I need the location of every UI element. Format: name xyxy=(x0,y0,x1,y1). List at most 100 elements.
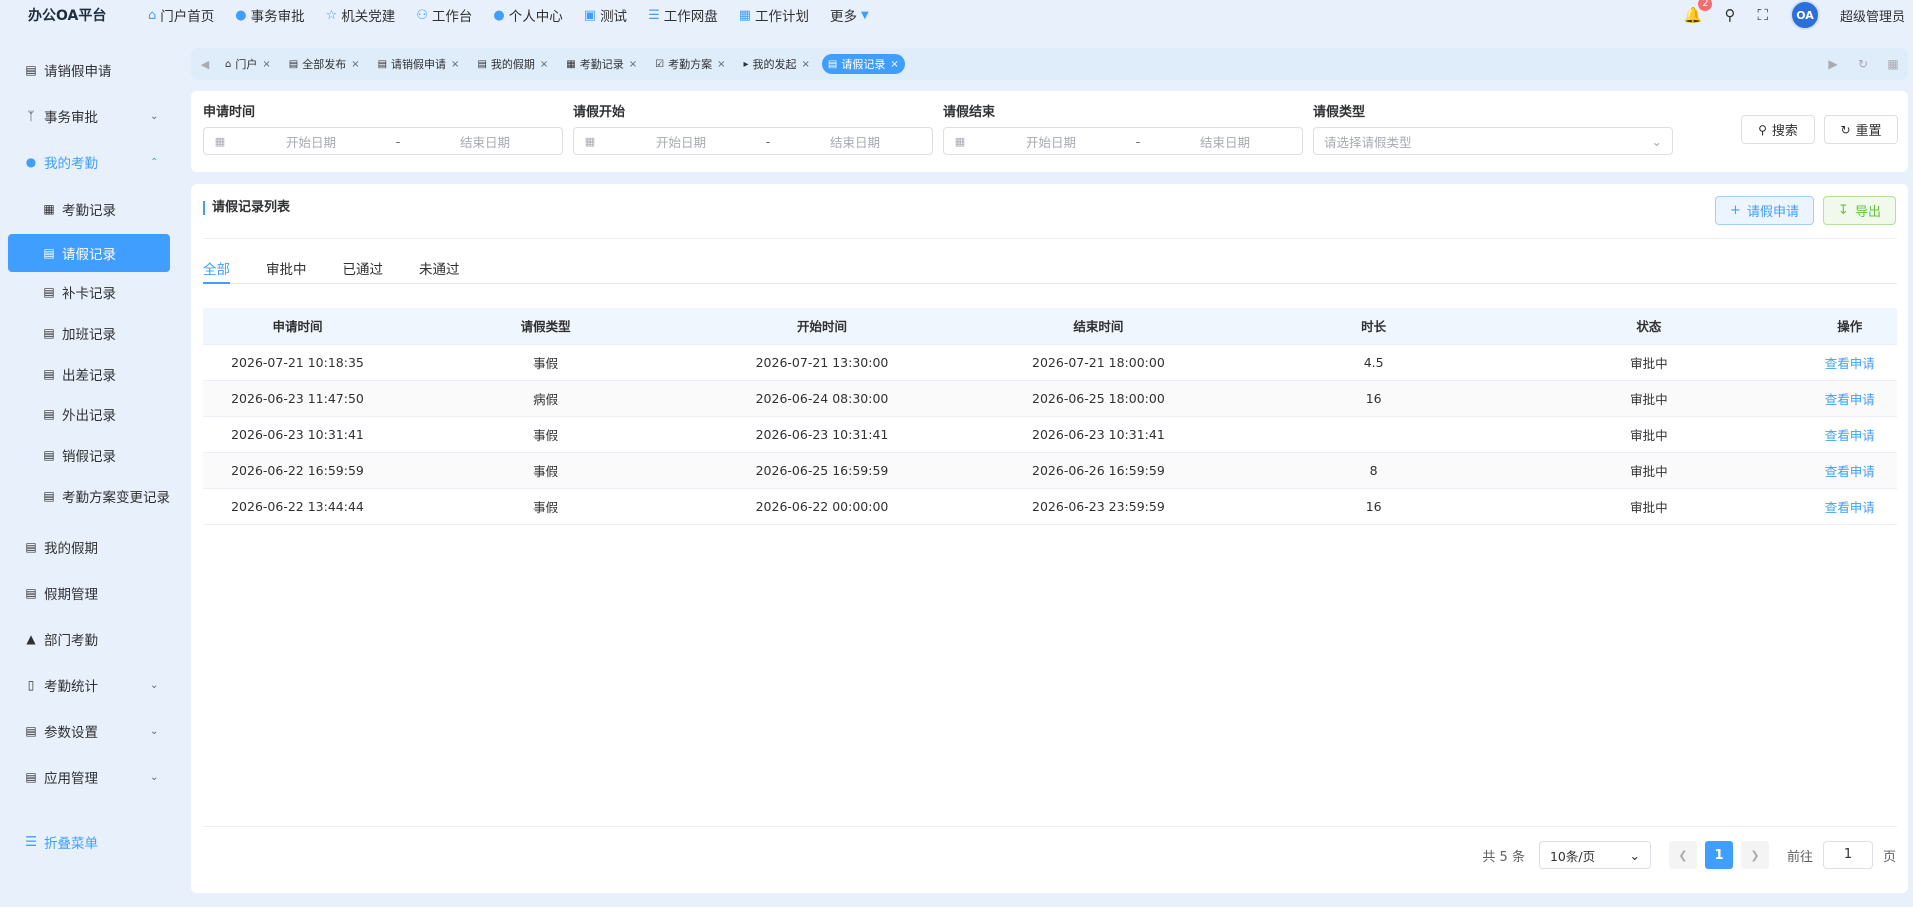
sidebar-item-attendance-stats[interactable]: ▯ 考勤统计 ⌄ xyxy=(8,668,170,702)
tab-leave-records[interactable]: ▤ 请假记录 × xyxy=(821,54,905,74)
sidebar-item-leave-records[interactable]: ▤ 请假记录 xyxy=(8,234,170,272)
topnav-more[interactable]: 更多 ▼ xyxy=(830,5,869,25)
range-start-placeholder[interactable]: 开始日期 xyxy=(976,132,1126,151)
close-icon[interactable]: × xyxy=(802,59,810,70)
table-row: 2026-06-22 13:44:44 事假 2026-06-22 00:00:… xyxy=(203,488,1897,525)
range-start-placeholder[interactable]: 开始日期 xyxy=(606,132,756,151)
view-application-link[interactable]: 查看申请 xyxy=(1802,488,1897,525)
range-end-placeholder[interactable]: 结束日期 xyxy=(780,132,930,151)
collapse-menu-button[interactable]: ☰ 折叠菜单 xyxy=(8,832,98,852)
view-application-link[interactable]: 查看申请 xyxy=(1802,416,1897,453)
tab-attendance-records[interactable]: ▦ 考勤记录 × xyxy=(560,54,643,74)
star-icon: ☆ xyxy=(325,7,338,23)
bell-icon[interactable]: 🔔 2 xyxy=(1684,0,1713,24)
close-icon[interactable]: × xyxy=(717,59,725,70)
range-separator: - xyxy=(765,133,771,149)
range-end-placeholder[interactable]: 结束日期 xyxy=(410,132,560,151)
sidebar-item-outing-records[interactable]: ▤ 外出记录 xyxy=(8,397,170,431)
close-icon[interactable]: × xyxy=(890,59,898,70)
divider xyxy=(203,826,1897,827)
sidebar-item-department-attendance[interactable]: ▲ 部门考勤 xyxy=(8,622,170,656)
apply-leave-button[interactable]: + 请假申请 xyxy=(1715,196,1814,225)
tab-pending[interactable]: 审批中 xyxy=(266,258,307,283)
search-button-label: 搜索 xyxy=(1771,124,1798,139)
tab-rejected[interactable]: 未通过 xyxy=(419,258,460,283)
page-number-1[interactable]: 1 xyxy=(1704,841,1733,869)
sidebar-item-overtime-records[interactable]: ▤ 加班记录 xyxy=(8,316,170,350)
tab-portal[interactable]: ⌂ 门户 × xyxy=(219,54,277,74)
tab-approved[interactable]: 已通过 xyxy=(343,258,384,283)
view-application-link[interactable]: 查看申请 xyxy=(1802,344,1897,381)
leave-start-range-picker[interactable]: ▦ 开始日期 - 结束日期 xyxy=(573,127,933,155)
avatar[interactable]: OA xyxy=(1789,0,1820,30)
tab-leave-apply[interactable]: ▤ 请销假申请 × xyxy=(372,54,466,74)
chevron-down-icon: ⌄ xyxy=(1651,133,1662,149)
apply-time-range-picker[interactable]: ▦ 开始日期 - 结束日期 xyxy=(203,127,563,155)
header-actions: 🔔 2 ⚲ ⛶ OA 超级管理员 xyxy=(1662,0,1905,30)
topnav-netdisk[interactable]: ☰ 工作网盘 xyxy=(648,5,718,26)
document-icon: ▤ xyxy=(25,724,37,738)
sidebar-item-approval[interactable]: ᛉ 事务审批 ⌄ xyxy=(8,99,170,133)
search-button[interactable]: ⚲ 搜索 xyxy=(1741,115,1815,144)
tab-my-initiated[interactable]: ▸ 我的发起 × xyxy=(737,54,815,74)
close-icon[interactable]: × xyxy=(540,59,548,70)
cell-duration: 16 xyxy=(1251,488,1496,525)
topnav-approval[interactable]: ● 事务审批 xyxy=(235,5,305,26)
topnav-plan[interactable]: ▦ 工作计划 xyxy=(739,5,810,26)
sidebar-item-app-management[interactable]: ▤ 应用管理 ⌄ xyxy=(8,760,170,794)
search-icon[interactable]: ⚲ xyxy=(1724,6,1735,24)
sidebar-item-leave-apply[interactable]: ▤ 请销假申请 xyxy=(8,53,170,87)
reset-button[interactable]: ↻ 重置 xyxy=(1824,115,1898,144)
close-icon[interactable]: × xyxy=(351,59,359,70)
collapse-menu-label: 折叠菜单 xyxy=(44,836,98,852)
topnav-test[interactable]: ▣ 测试 xyxy=(584,5,627,26)
sidebar-item-cancel-leave-records[interactable]: ▤ 销假记录 xyxy=(8,438,170,472)
view-application-link[interactable]: 查看申请 xyxy=(1802,452,1897,489)
leave-type-select[interactable]: 请选择请假类型 ⌄ xyxy=(1313,127,1673,155)
tab-all-published[interactable]: ▤ 全部发布 × xyxy=(283,54,366,74)
next-page-button[interactable]: ❯ xyxy=(1740,841,1769,869)
cell-type: 事假 xyxy=(392,488,700,525)
document-icon: ▤ xyxy=(43,367,55,381)
prev-page-button[interactable]: ❮ xyxy=(1668,841,1697,869)
cell-status: 审批中 xyxy=(1495,452,1803,489)
tab-attendance-scheme[interactable]: ☑ 考勤方案 × xyxy=(649,54,731,74)
sidebar-item-parameter-settings[interactable]: ▤ 参数设置 ⌄ xyxy=(8,714,170,748)
sidebar-item-holiday-management[interactable]: ▤ 假期管理 xyxy=(8,576,170,610)
refresh-icon[interactable]: ↻ xyxy=(1848,57,1878,71)
topnav-label: 事务审批 xyxy=(250,9,305,25)
sidebar-item-my-attendance[interactable]: ● 我的考勤 ⌃ xyxy=(8,145,170,179)
sidebar-item-my-holidays[interactable]: ▤ 我的假期 xyxy=(8,530,170,564)
sidebar-item-scheme-change-records[interactable]: ▤ 考勤方案变更记录 xyxy=(8,479,170,513)
cell-type: 事假 xyxy=(392,344,700,381)
document-icon: ▤ xyxy=(477,58,487,70)
sidebar-item-trip-records[interactable]: ▤ 出差记录 xyxy=(8,357,170,391)
range-start-placeholder[interactable]: 开始日期 xyxy=(236,132,386,151)
close-icon[interactable]: × xyxy=(451,59,459,70)
topnav-portal[interactable]: ⌂ 门户首页 xyxy=(148,5,214,26)
sidebar-item-attendance-records[interactable]: ▦ 考勤记录 xyxy=(8,192,170,226)
close-icon[interactable]: × xyxy=(629,59,637,70)
document-icon: ▤ xyxy=(25,63,37,77)
sidebar-item-card-records[interactable]: ▤ 补卡记录 xyxy=(8,275,170,309)
tab-my-holidays[interactable]: ▤ 我的假期 × xyxy=(471,54,554,74)
username[interactable]: 超级管理员 xyxy=(1840,6,1905,25)
page-size-select[interactable]: 10条/页 ⌄ xyxy=(1538,841,1651,869)
topnav-personal[interactable]: ● 个人中心 xyxy=(493,5,562,26)
topnav-party[interactable]: ☆ 机关党建 xyxy=(325,5,396,26)
tab-all[interactable]: 全部 xyxy=(203,258,230,284)
topnav-label: 工作计划 xyxy=(755,9,810,25)
fullscreen-icon[interactable]: ⛶ xyxy=(1757,6,1768,24)
close-icon[interactable]: × xyxy=(262,59,270,70)
leave-end-range-picker[interactable]: ▦ 开始日期 - 结束日期 xyxy=(943,127,1303,155)
page-title: 请假记录列表 xyxy=(203,201,290,215)
tab-scroll-right-icon[interactable]: ▶ xyxy=(1818,57,1848,71)
goto-page-input[interactable]: 1 xyxy=(1822,841,1873,869)
view-application-link[interactable]: 查看申请 xyxy=(1802,380,1897,417)
tab-scroll-left-icon[interactable]: ◀ xyxy=(191,58,219,71)
range-end-placeholder[interactable]: 结束日期 xyxy=(1150,132,1300,151)
export-button[interactable]: ↧ 导出 xyxy=(1823,196,1896,225)
select-placeholder: 请选择请假类型 xyxy=(1324,134,1412,150)
topnav-workbench[interactable]: ⚇ 工作台 xyxy=(416,5,472,26)
grid-icon[interactable]: ▦ xyxy=(1878,57,1908,71)
